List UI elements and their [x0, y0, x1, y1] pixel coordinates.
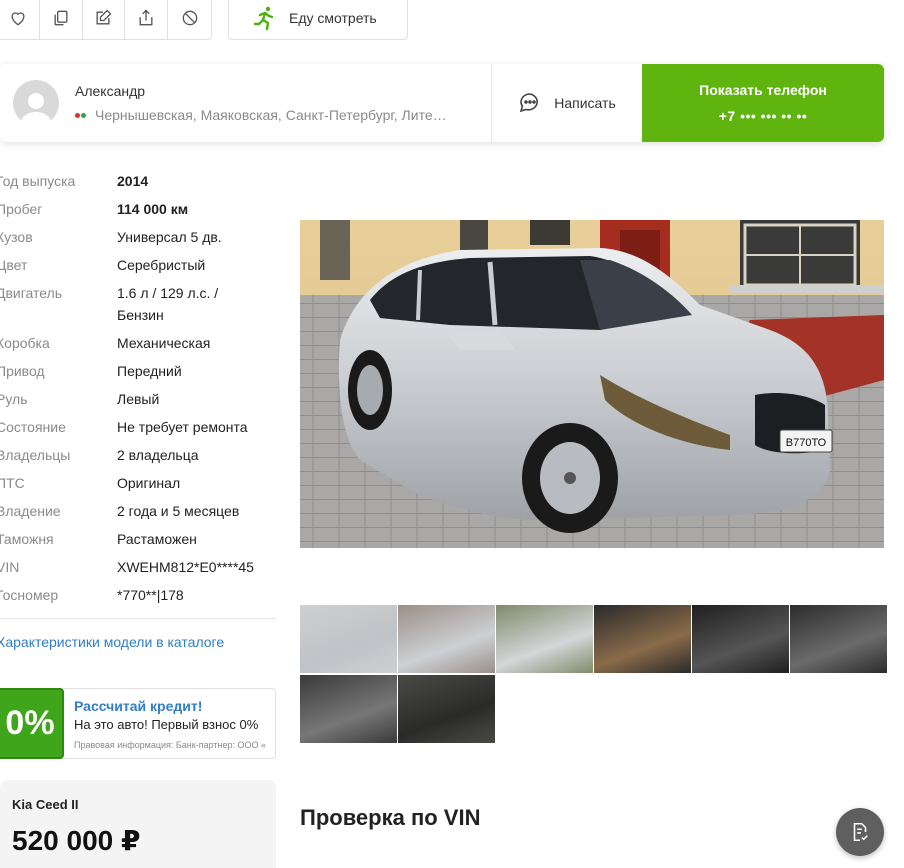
- spec-label: Руль: [0, 391, 28, 407]
- spec-row: Цвет Серебристый: [0, 254, 276, 276]
- spec-row: Привод Передний: [0, 360, 276, 382]
- spec-row: Кузов Универсал 5 дв.: [0, 226, 276, 248]
- spec-label: Год выпуска: [0, 173, 76, 189]
- block-button[interactable]: [168, 0, 211, 39]
- spec-label: VIN: [0, 559, 20, 575]
- car-price: 520 000 ₽: [12, 825, 141, 856]
- price-card: Kia Ceed II 520 000 ₽: [0, 780, 276, 868]
- chat-bubble-icon: [520, 93, 539, 113]
- spec-label: Двигатель: [0, 285, 63, 301]
- vin-check-title: Проверка по VIN: [300, 805, 481, 830]
- spec-value: Растаможен: [117, 531, 197, 547]
- seller-info: Александр Чернышевская, Маяковская, Санк…: [0, 64, 492, 142]
- running-man-icon: [253, 6, 274, 31]
- spec-value: 2 года и 5 месяцев: [117, 503, 240, 519]
- spec-row: Коробка Механическая: [0, 332, 276, 354]
- photo-thumbnail[interactable]: [692, 605, 789, 673]
- listing-actions: [0, 0, 212, 40]
- seller-bar: Александр Чернышевская, Маяковская, Санк…: [0, 64, 884, 142]
- spec-row: Госномер *770**|178: [0, 584, 276, 606]
- write-message-button[interactable]: Написать: [492, 64, 642, 142]
- spec-value: Не требует ремонта: [117, 419, 248, 435]
- report-button[interactable]: [836, 808, 884, 856]
- spec-value: Передний: [117, 363, 182, 379]
- spec-row: Владение 2 года и 5 месяцев: [0, 500, 276, 522]
- credit-legal-info: Правовая информация: Банк-партнер: ООО «: [74, 739, 267, 750]
- main-car-photo[interactable]: В770ТО: [300, 220, 884, 548]
- edit-note-icon: [96, 9, 112, 25]
- spec-label: Пробег: [0, 201, 43, 217]
- spec-label: Кузов: [0, 229, 33, 245]
- metro-line-icon: [75, 112, 87, 118]
- spec-label: Владение: [0, 503, 61, 519]
- seller-name[interactable]: Александр: [75, 83, 485, 99]
- photo-thumbnail[interactable]: [300, 605, 397, 673]
- avatar: [13, 80, 59, 126]
- spec-value: 1.6 л / 129 л.с. / Бензин: [117, 285, 219, 323]
- compare-icon: [54, 10, 68, 26]
- seller-location-text: Чернышевская, Маяковская, Санкт-Петербур…: [95, 107, 447, 123]
- catalog-link[interactable]: Характеристики модели в каталоге: [0, 634, 224, 650]
- share-icon: [139, 9, 153, 26]
- show-phone-button[interactable]: Показать телефон +7 ••• ••• •• ••: [642, 64, 884, 142]
- photo-thumbnail[interactable]: [398, 675, 495, 743]
- favorite-button[interactable]: [0, 0, 40, 39]
- spec-label: Владельцы: [0, 447, 71, 463]
- spec-value: Левый: [117, 391, 160, 407]
- write-message-label: Написать: [554, 95, 616, 111]
- spec-row: Таможня Растаможен: [0, 528, 276, 550]
- listing-page: { "actions": { "favorite_icon": "heart-i…: [0, 0, 904, 868]
- zero-percent-badge: 0%: [0, 688, 64, 759]
- photo-thumbnail[interactable]: [398, 605, 495, 673]
- spec-label: Состояние: [0, 419, 66, 435]
- spec-label: Госномер: [0, 587, 59, 603]
- photo-thumbnail[interactable]: [300, 675, 397, 743]
- show-phone-label: Показать телефон: [699, 82, 827, 98]
- share-button[interactable]: [125, 0, 169, 39]
- car-specs: Год выпуска 2014 Пробег 114 000 км Кузов Унив…: [0, 170, 276, 612]
- report-check-icon: [853, 822, 868, 842]
- spec-value: 2 владельца: [117, 447, 199, 463]
- spec-label: Коробка: [0, 335, 50, 351]
- spec-value: XWEHM812*E0****45: [117, 559, 254, 575]
- user-silhouette-icon: [20, 93, 52, 126]
- spec-value: *770**|178: [117, 587, 184, 603]
- spec-value: Механическая: [117, 335, 211, 351]
- masked-phone-number: +7 ••• ••• •• ••: [718, 108, 808, 124]
- spec-value: 114 000 км: [117, 201, 189, 217]
- car-model: Kia Ceed II: [12, 797, 79, 812]
- spec-row: VIN XWEHM812*E0****45: [0, 556, 276, 578]
- spec-row: Владельцы 2 владельца: [0, 444, 276, 466]
- credit-subtitle: На это авто! Первый взнос 0%: [74, 716, 259, 732]
- spec-value: 2014: [117, 173, 149, 189]
- spec-value: Серебристый: [117, 257, 206, 273]
- spec-label: Таможня: [0, 531, 54, 547]
- spec-row: Двигатель 1.6 л / 129 л.с. / Бензин: [0, 282, 276, 326]
- spec-row: ПТС Оригинал: [0, 472, 276, 494]
- spec-label: ПТС: [0, 475, 25, 491]
- seller-location: Чернышевская, Маяковская, Санкт-Петербур…: [75, 107, 485, 123]
- spec-value: Оригинал: [117, 475, 181, 491]
- photo-thumbnail[interactable]: [594, 605, 691, 673]
- specs-divider: [0, 618, 276, 619]
- going-to-see-label: Еду смотреть: [289, 10, 377, 26]
- photo-thumbnail[interactable]: [496, 605, 593, 673]
- credit-title: Рассчитай кредит!: [74, 697, 203, 714]
- credit-banner[interactable]: 0% Рассчитай кредит! На это авто! Первый…: [0, 688, 276, 759]
- spec-row: Год выпуска 2014: [0, 170, 276, 192]
- spec-value: Универсал 5 дв.: [117, 229, 222, 245]
- note-button[interactable]: [83, 0, 126, 39]
- heart-icon: [11, 12, 25, 26]
- spec-row: Состояние Не требует ремонта: [0, 416, 276, 438]
- spec-label: Цвет: [0, 257, 28, 273]
- spec-row: Пробег 114 000 км: [0, 198, 276, 220]
- compare-button[interactable]: [40, 0, 83, 39]
- spec-row: Руль Левый: [0, 388, 276, 410]
- license-plate-text: В770ТО: [786, 437, 827, 449]
- going-to-see-button[interactable]: Еду смотреть: [228, 0, 408, 40]
- spec-label: Привод: [0, 363, 45, 379]
- photo-thumbnail[interactable]: [790, 605, 887, 673]
- block-icon: [182, 10, 197, 26]
